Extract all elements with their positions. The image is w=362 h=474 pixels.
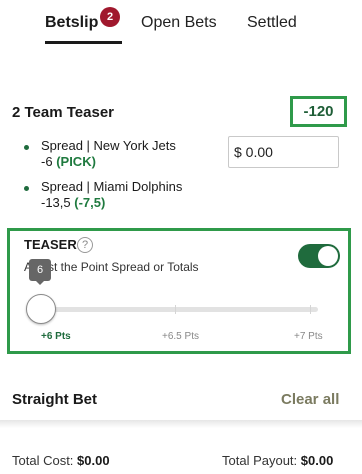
clear-all-button[interactable]: Clear all	[281, 391, 339, 408]
leg-line-value: -13,5	[41, 195, 71, 210]
total-payout-value: $0.00	[300, 453, 334, 468]
slider-option-6-5[interactable]: +6.5 Pts	[162, 331, 199, 342]
active-tab-indicator	[45, 41, 122, 44]
tab-settled[interactable]: Settled	[247, 14, 297, 32]
bullet-icon	[24, 145, 29, 150]
teaser-toggle[interactable]	[298, 244, 340, 268]
tab-betslip[interactable]: Betslip	[45, 14, 98, 32]
total-cost-value: $0.00	[77, 453, 110, 468]
leg-line-value: -6	[41, 154, 53, 169]
teaser-label: TEASER	[24, 237, 77, 252]
tooltip-arrow	[36, 281, 44, 285]
points-slider-track[interactable]	[40, 307, 318, 312]
total-cost: Total Cost: $0.00	[12, 453, 110, 468]
leg-adjusted-line: (-7,5)	[74, 195, 106, 210]
betslip-count-badge: 2	[100, 7, 120, 27]
total-payout: Total Payout: $0.00	[222, 453, 333, 468]
total-payout-label: Total Payout:	[222, 453, 298, 468]
slider-option-6[interactable]: +6 Pts	[41, 331, 71, 342]
slider-tick	[310, 305, 311, 314]
slider-tick	[175, 305, 176, 314]
leg-line: -13,5 (-7,5)	[41, 195, 182, 211]
leg-item: Spread | Miami Dolphins -13,5 (-7,5)	[24, 179, 182, 211]
teaser-title: 2 Team Teaser	[12, 104, 115, 121]
slider-value-tooltip: 6	[29, 259, 51, 281]
leg-adjusted-line: (PICK)	[56, 154, 96, 169]
toggle-knob	[318, 246, 338, 266]
betslip-panel: Betslip 2 Open Bets Settled 2 Team Tease…	[0, 0, 362, 474]
bullet-icon	[24, 186, 29, 191]
divider	[0, 420, 362, 428]
teaser-odds: -120	[290, 96, 347, 127]
leg-market: Spread | Miami Dolphins	[41, 179, 183, 194]
tab-open-bets[interactable]: Open Bets	[141, 14, 217, 32]
straight-bet-title: Straight Bet	[12, 391, 98, 408]
help-icon[interactable]: ?	[77, 237, 93, 253]
points-slider-thumb[interactable]	[26, 294, 56, 324]
betslip-tabs: Betslip 2 Open Bets Settled	[0, 0, 362, 46]
stake-input[interactable]: $ 0.00	[228, 136, 339, 168]
slider-option-7[interactable]: +7 Pts	[294, 331, 323, 342]
leg-line: -6 (PICK)	[41, 154, 176, 170]
leg-market: Spread | New York Jets	[41, 138, 176, 153]
leg-item: Spread | New York Jets -6 (PICK)	[24, 138, 176, 170]
total-cost-label: Total Cost:	[12, 453, 74, 468]
